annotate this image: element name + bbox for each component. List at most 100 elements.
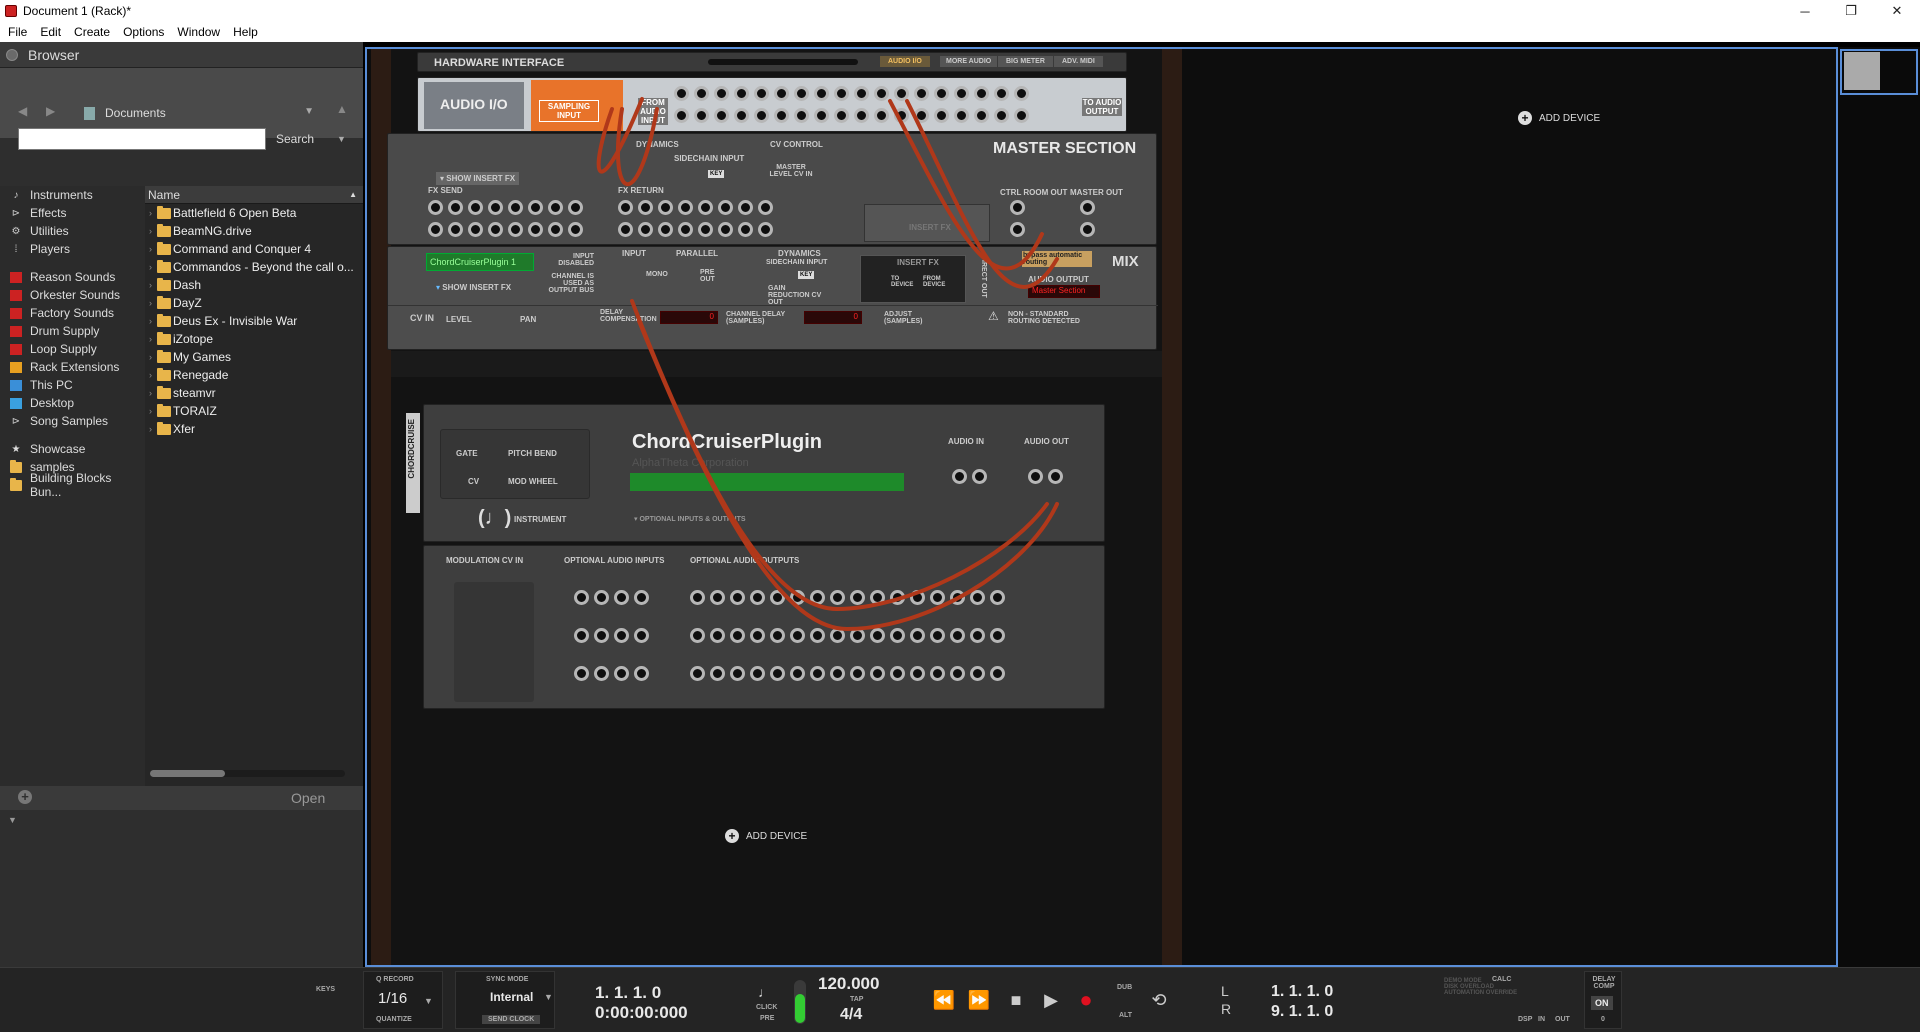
location-this-pc[interactable]: This PC	[0, 376, 145, 394]
position-bars[interactable]: 1. 1. 1. 0	[595, 983, 661, 1003]
add-device-button-right[interactable]: + ADD DEVICE	[1518, 111, 1600, 125]
fx-send-jacks-r[interactable]	[428, 222, 583, 237]
location-showcase[interactable]: ★ Showcase	[0, 440, 145, 458]
show-insert-fx-toggle[interactable]: ▾ SHOW INSERT FX	[436, 283, 511, 292]
delay-comp-display[interactable]: 0	[660, 311, 718, 324]
tempo-value[interactable]: 120.000	[818, 974, 879, 994]
menu-options[interactable]: Options	[123, 25, 164, 39]
delay-comp-toggle[interactable]: ON	[1591, 996, 1613, 1010]
fast-forward-icon[interactable]: ⏩	[965, 986, 993, 1014]
loop-icon[interactable]: ⟲	[1145, 986, 1173, 1014]
menu-window[interactable]: Window	[177, 25, 220, 39]
location-building-blocks[interactable]: Building Blocks Bun...	[0, 471, 145, 499]
audio-input-jacks-bottom[interactable]	[674, 108, 1029, 123]
audio-input-jacks-top[interactable]	[674, 86, 1029, 101]
menu-edit[interactable]: Edit	[40, 25, 61, 39]
click-level-slider[interactable]	[794, 980, 806, 1024]
insert-fx-panel[interactable]: INSERT FX TO DEVICE FROM DEVICE	[860, 255, 966, 303]
insert-fx-slot[interactable]: INSERT FX	[864, 204, 990, 242]
list-item[interactable]: › Renegade	[145, 366, 363, 384]
optional-io-toggle[interactable]: ▾ OPTIONAL INPUTS & OUTPUTS	[634, 515, 746, 523]
opt-out-row-3[interactable]	[690, 666, 1005, 681]
location-orkester-sounds[interactable]: Orkester Sounds	[0, 286, 145, 304]
location-players[interactable]: ⁞ Players	[0, 240, 145, 258]
list-item[interactable]: › My Games	[145, 348, 363, 366]
list-item[interactable]: › TORAIZ	[145, 402, 363, 420]
hardware-interface-device[interactable]: HARDWARE INTERFACE AUDIO I/O MORE AUDIO …	[417, 52, 1127, 72]
location-reason-sounds[interactable]: Reason Sounds	[0, 268, 145, 286]
maximize-button[interactable]: ❐	[1828, 0, 1874, 22]
position-time[interactable]: 0:00:00:000	[595, 1003, 688, 1023]
list-item[interactable]: › steamvr	[145, 384, 363, 402]
location-song-samples[interactable]: ⊳ Song Samples	[0, 412, 145, 430]
list-item[interactable]: › Battlefield 6 Open Beta	[145, 204, 363, 222]
record-icon[interactable]: ●	[1072, 986, 1100, 1014]
channel-delay-display[interactable]: 0	[804, 311, 862, 324]
list-item[interactable]: › Command and Conquer 4	[145, 240, 363, 258]
metronome-icon[interactable]: ♩	[758, 984, 772, 1000]
bypass-routing-label[interactable]: bypass automatic routing	[1022, 251, 1092, 267]
location-instruments[interactable]: ♪ Instruments	[0, 186, 145, 204]
location-factory-sounds[interactable]: Factory Sounds	[0, 304, 145, 322]
up-arrow-icon[interactable]: ▲	[336, 102, 348, 116]
list-item[interactable]: › Dash	[145, 276, 363, 294]
chevron-down-icon[interactable]: ▼	[424, 996, 433, 1006]
location-rack-extensions[interactable]: Rack Extensions	[0, 358, 145, 376]
browser-toggle-icon[interactable]	[6, 48, 18, 61]
rewind-icon[interactable]: ⏪	[930, 986, 958, 1014]
stop-icon[interactable]: ■	[1002, 986, 1030, 1014]
tab-audio-io[interactable]: AUDIO I/O	[880, 56, 930, 67]
name-column-header[interactable]: Name ▲	[145, 186, 363, 204]
sync-mode-value[interactable]: Internal	[490, 990, 533, 1004]
q-record-label[interactable]: Q RECORD	[376, 976, 414, 983]
quantize-value[interactable]: 1/16	[378, 990, 407, 1007]
tab-big-meter[interactable]: BIG METER	[998, 56, 1053, 67]
fx-return-jacks-r[interactable]	[618, 222, 773, 237]
list-item[interactable]: › Xfer	[145, 420, 363, 438]
menu-create[interactable]: Create	[74, 25, 110, 39]
list-item[interactable]: › DayZ	[145, 294, 363, 312]
chordcruiser-device[interactable]: CHORDCRUISE GATE CV PITCH BEND MOD WHEEL…	[406, 404, 1105, 542]
add-location-button[interactable]: +	[18, 790, 32, 804]
fx-send-jacks[interactable]	[428, 200, 583, 215]
location-effects[interactable]: ⊳ Effects	[0, 204, 145, 222]
opt-in-row-3[interactable]	[574, 666, 649, 681]
time-signature[interactable]: 4/4	[840, 1006, 862, 1024]
audio-io-device[interactable]: AUDIO I/O SAMPLING INPUT FROM AUDIO INPU…	[417, 77, 1127, 132]
opt-in-row-2[interactable]	[574, 628, 649, 643]
search-input[interactable]	[18, 128, 266, 150]
alt-button[interactable]: ALT	[1119, 1012, 1132, 1019]
mix-channel-device[interactable]: MIX ChordCruiserPlugin 1 ▾ SHOW INSERT F…	[387, 246, 1158, 350]
location-dropdown[interactable]: Documents ▼	[84, 104, 314, 122]
tab-more-audio[interactable]: MORE AUDIO	[940, 56, 998, 67]
list-item[interactable]: › Deus Ex - Invisible War	[145, 312, 363, 330]
browser-collapse-chevron-icon[interactable]: ▼	[8, 815, 17, 825]
search-button[interactable]: Search	[276, 132, 314, 146]
minimize-button[interactable]: ─	[1782, 0, 1828, 22]
menu-file[interactable]: File	[8, 25, 27, 39]
list-item[interactable]: › BeamNG.drive	[145, 222, 363, 240]
master-section-device[interactable]: MASTER SECTION ▾ SHOW INSERT FX DYNAMICS…	[387, 133, 1157, 245]
dub-button[interactable]: DUB	[1117, 984, 1132, 991]
pre-label[interactable]: PRE	[760, 1015, 774, 1022]
master-out-jacks[interactable]	[1080, 200, 1095, 237]
list-item[interactable]: › iZotope	[145, 330, 363, 348]
chevron-down-icon[interactable]: ▼	[544, 992, 553, 1002]
scrollbar-thumb[interactable]	[150, 770, 225, 777]
location-drum-supply[interactable]: Drum Supply	[0, 322, 145, 340]
opt-out-row-2[interactable]	[690, 628, 1005, 643]
quantize-label[interactable]: QUANTIZE	[376, 1016, 412, 1023]
location-desktop[interactable]: Desktop	[0, 394, 145, 412]
forward-arrow-icon[interactable]: ▶	[46, 104, 55, 118]
close-button[interactable]: ✕	[1874, 0, 1920, 22]
channel-name-display[interactable]: ChordCruiserPlugin 1	[426, 253, 534, 271]
audio-out-jacks[interactable]	[1028, 469, 1063, 484]
rack-minimap[interactable]	[1838, 47, 1920, 967]
menu-help[interactable]: Help	[233, 25, 258, 39]
show-insert-fx-toggle[interactable]: ▾ SHOW INSERT FX	[436, 172, 520, 185]
tab-adv-midi[interactable]: ADV. MIDI	[1054, 56, 1103, 67]
loop-left-position[interactable]: 1. 1. 1. 0	[1271, 983, 1333, 1001]
loop-right-position[interactable]: 9. 1. 1. 0	[1271, 1003, 1333, 1021]
keys-label[interactable]: KEYS	[316, 986, 335, 993]
opt-out-row-1[interactable]	[690, 590, 1005, 605]
